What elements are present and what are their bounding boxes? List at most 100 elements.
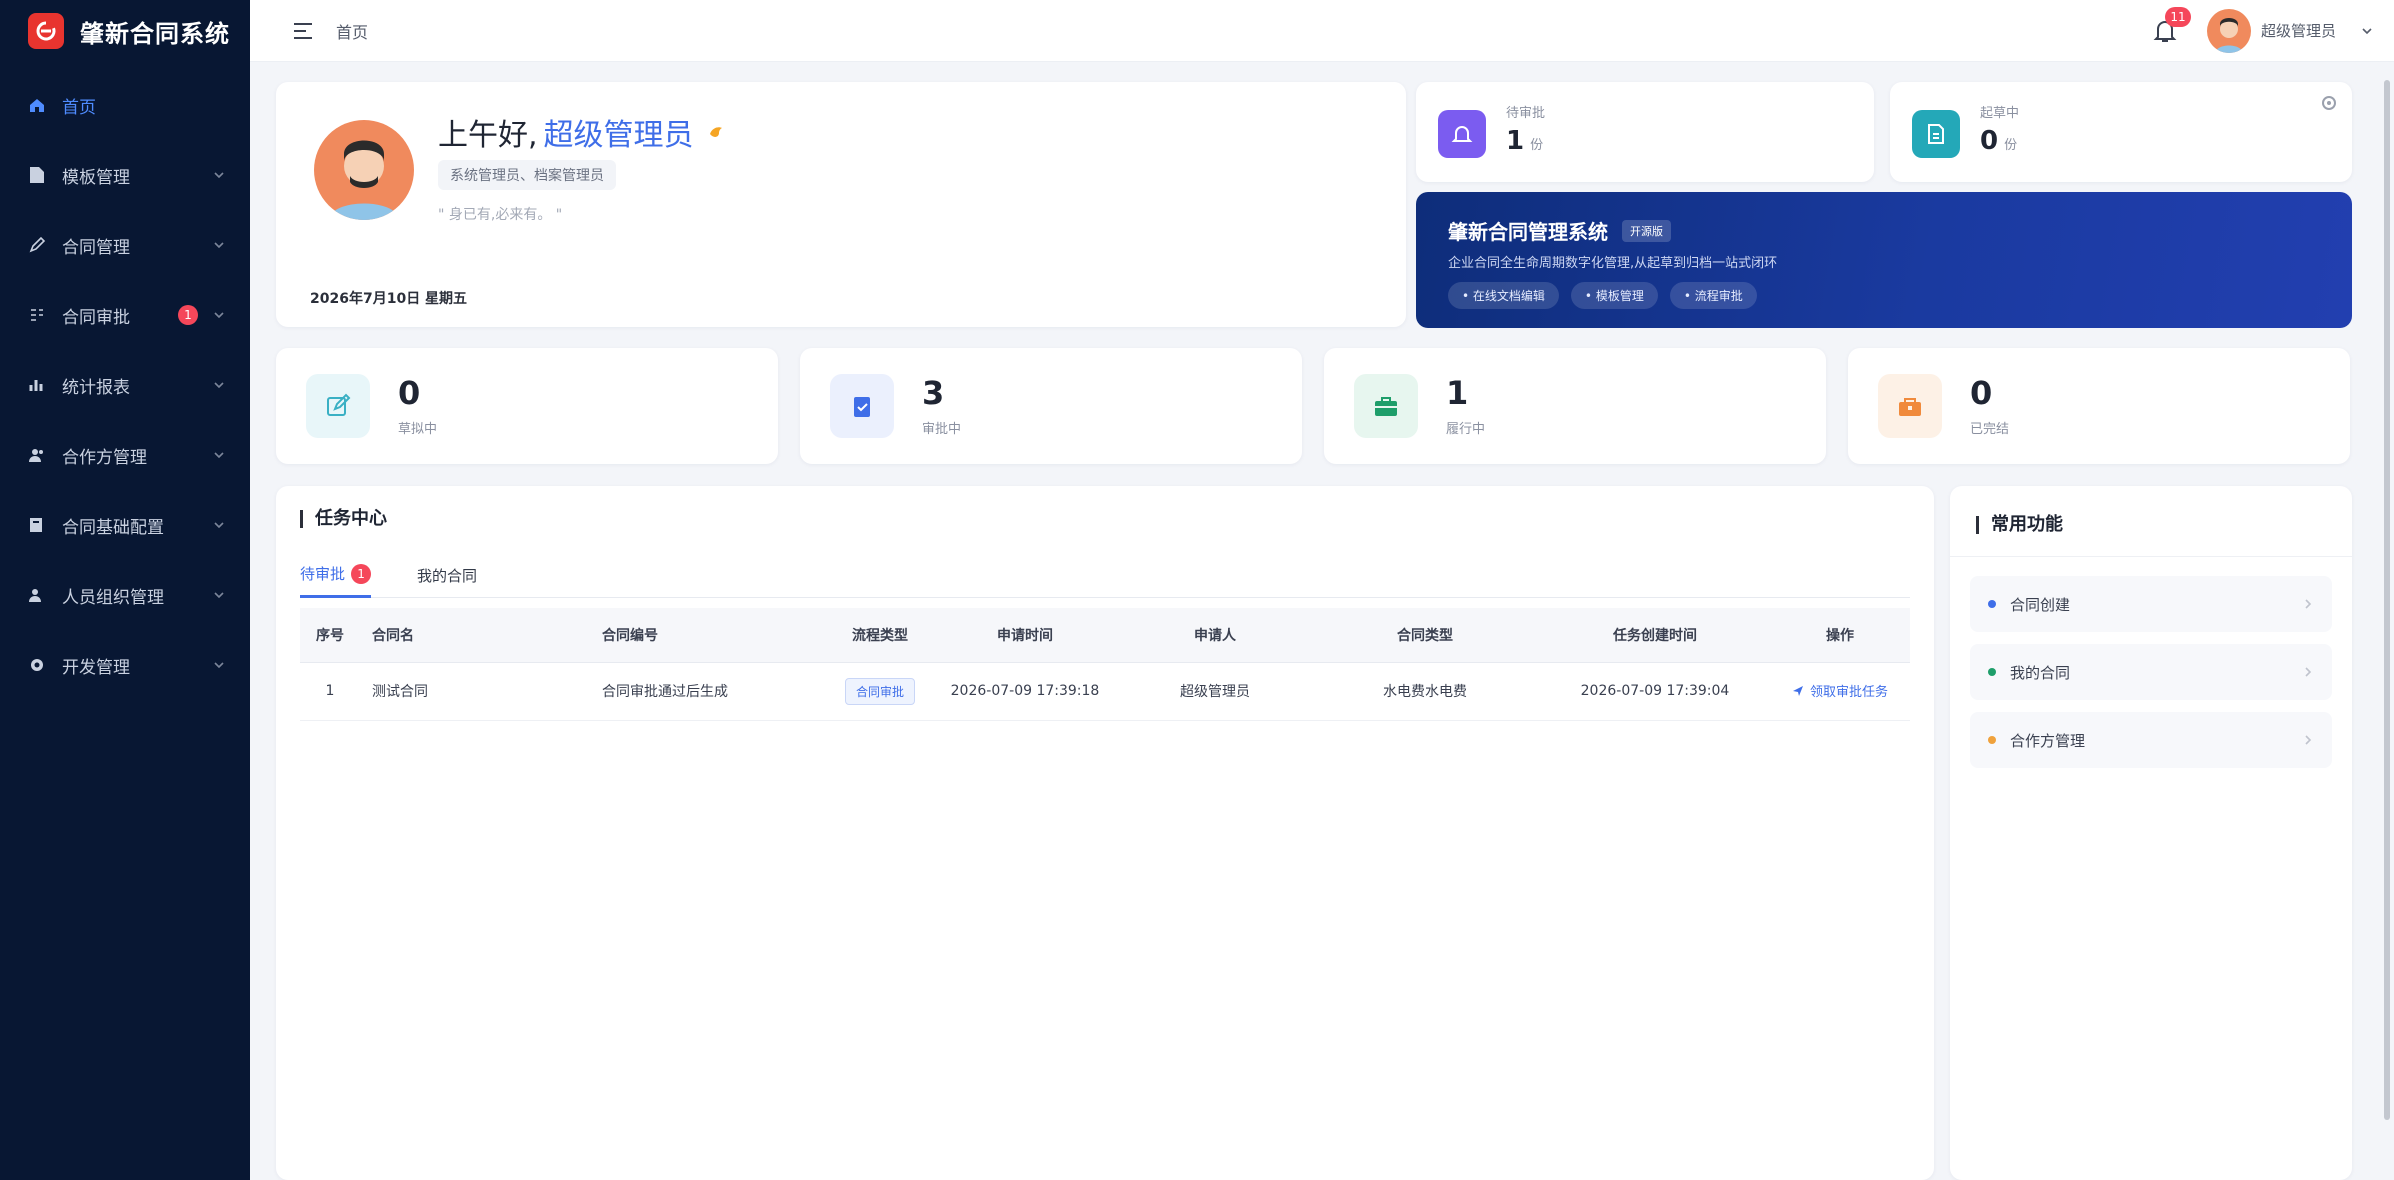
gear-icon (26, 654, 48, 676)
tab-pending-approval[interactable]: 待审批 1 (300, 552, 372, 598)
document-icon (1912, 110, 1960, 158)
notification-badge: 11 (2164, 6, 2191, 27)
shortcut-create-contract[interactable]: 合同创建 (1970, 576, 2332, 632)
claim-task-link[interactable]: 领取审批任务 (1792, 681, 1888, 700)
task-center: 任务中心 待审批 1 我的合同 序号 合同名 合同编号 流程类型 申请时间 申请… (276, 486, 1934, 1180)
column-header: 流程类型 (830, 608, 930, 663)
send-icon (1792, 685, 1803, 696)
sidebar-item-label: 统计报表 (62, 377, 130, 398)
approval-badge: 1 (178, 305, 198, 325)
sidebar-item-label: 合同审批 (62, 307, 130, 328)
column-header: 操作 (1770, 608, 1910, 663)
sidebar-item-label: 合同基础配置 (62, 517, 164, 538)
stat-label: 履行中 (1446, 422, 1486, 437)
stat-card-performing[interactable]: 1 履行中 (1324, 348, 1826, 464)
stat-value: 0 (398, 374, 421, 412)
sidebar: 肇新合同系统 首页 模板管理 合同管理 合同审批 1 统计报表 合作方管理 合同… (0, 0, 250, 1180)
table-row[interactable]: 1 测试合同 合同审批通过后生成 合同审批 2026-07-09 17:39:1… (300, 662, 1910, 721)
task-table: 序号 合同名 合同编号 流程类型 申请时间 申请人 合同类型 任务创建时间 操作… (300, 608, 1910, 721)
file-icon (26, 164, 48, 186)
menu-toggle-icon[interactable] (292, 20, 314, 42)
approval-icon (26, 304, 48, 326)
tab-my-contracts[interactable]: 我的合同 (417, 552, 477, 598)
mini-stat-label: 起草中 (1980, 106, 2020, 121)
cell-index: 1 (300, 662, 360, 721)
stat-card-completed[interactable]: 0 已完结 (1848, 348, 2350, 464)
stat-label: 已完结 (1970, 422, 2010, 437)
user-menu[interactable]: 超级管理员 (2206, 8, 2374, 53)
archive-icon (1878, 374, 1942, 438)
column-header: 序号 (300, 608, 360, 663)
sidebar-item-approval[interactable]: 合同审批 1 (0, 280, 250, 350)
breadcrumb[interactable]: 首页 (336, 19, 2151, 43)
welcome-card: 上午好, 超级管理员 系统管理员、档案管理员 " 身已有,必来有。 " 2026… (276, 82, 1406, 327)
settings-icon[interactable] (2320, 94, 2338, 112)
role-tags: 系统管理员、档案管理员 (438, 160, 616, 190)
banner-chip: • 在线文档编辑 (1448, 282, 1559, 309)
common-functions: 常用功能 合同创建 我的合同 合作方管理 (1950, 486, 2352, 1180)
dot-icon (1988, 600, 1996, 608)
sidebar-item-partners[interactable]: 合作方管理 (0, 420, 250, 490)
edit-icon (306, 374, 370, 438)
chevron-down-icon (214, 452, 224, 459)
greeting: 上午好, 超级管理员 (438, 110, 726, 154)
column-header: 申请人 (1120, 608, 1310, 663)
stat-value: 0 (1970, 374, 1993, 412)
task-center-title: 任务中心 (300, 510, 387, 528)
chevron-down-icon (214, 522, 224, 529)
stat-card-drafting[interactable]: 0 草拟中 (276, 348, 778, 464)
home-icon (26, 94, 48, 116)
shortcut-partners[interactable]: 合作方管理 (1970, 712, 2332, 768)
flow-type-tag: 合同审批 (844, 677, 915, 705)
sidebar-item-label: 人员组织管理 (62, 587, 164, 608)
mini-stat-value: 0份 (1980, 126, 2018, 156)
shortcut-label: 合同创建 (2010, 595, 2071, 614)
people-icon (26, 584, 48, 606)
sidebar-item-label: 首页 (62, 97, 96, 118)
sidebar-nav: 首页 模板管理 合同管理 合同审批 1 统计报表 合作方管理 合同基础配置 人员… (0, 70, 250, 700)
banner-chip: • 模板管理 (1570, 282, 1658, 309)
banner-chip: • 流程审批 (1669, 282, 1757, 309)
chevron-down-icon (214, 592, 224, 599)
clipboard-check-icon (830, 374, 894, 438)
banner-description: 企业合同全生命周期数字化管理,从起草到归档一站式闭环 (1448, 256, 1778, 271)
brand[interactable]: 肇新合同系统 (0, 0, 250, 62)
pen-icon (26, 234, 48, 256)
sidebar-item-people[interactable]: 人员组织管理 (0, 560, 250, 630)
pending-approval-card[interactable]: 待审批 1份 (1416, 82, 1874, 182)
mini-stat-label: 待审批 (1506, 106, 1546, 121)
sidebar-item-home[interactable]: 首页 (0, 70, 250, 140)
cell-task-created-at: 2026-07-09 17:39:04 (1540, 662, 1770, 721)
banner-tag: 开源版 (1622, 219, 1671, 242)
sidebar-item-config[interactable]: 合同基础配置 (0, 490, 250, 560)
cell-contract-type: 水电费水电费 (1310, 662, 1540, 721)
sidebar-item-dev[interactable]: 开发管理 (0, 630, 250, 700)
chevron-down-icon (214, 172, 224, 179)
current-date: 2026年7月10日 星期五 (310, 291, 468, 307)
column-header: 合同类型 (1310, 608, 1540, 663)
shortcut-label: 我的合同 (2010, 663, 2071, 682)
sidebar-item-reports[interactable]: 统计报表 (0, 350, 250, 420)
wave-icon (706, 122, 726, 142)
chart-icon (26, 374, 48, 396)
scrollbar[interactable] (2382, 62, 2392, 1180)
top-header: 首页 11 超级管理员 (250, 0, 2394, 62)
sidebar-item-label: 模板管理 (62, 167, 130, 188)
column-header: 合同名 (360, 608, 590, 663)
column-header: 任务创建时间 (1540, 608, 1770, 663)
column-header: 合同编号 (590, 608, 830, 663)
stat-card-approving[interactable]: 3 审批中 (800, 348, 1302, 464)
chevron-right-icon (2305, 735, 2312, 745)
scrollbar-thumb[interactable] (2384, 80, 2390, 1120)
sidebar-item-contracts[interactable]: 合同管理 (0, 210, 250, 280)
shortcut-my-contracts[interactable]: 我的合同 (1970, 644, 2332, 700)
notification-button[interactable]: 11 (2151, 6, 2191, 45)
banner-title: 肇新合同管理系统 开源版 (1448, 216, 1671, 245)
partner-icon (26, 444, 48, 466)
sidebar-item-templates[interactable]: 模板管理 (0, 140, 250, 210)
stat-value: 1 (1446, 374, 1469, 412)
cell-contract-name: 测试合同 (360, 662, 590, 721)
drafting-card[interactable]: 起草中 0份 (1890, 82, 2352, 182)
dot-icon (1988, 668, 1996, 676)
common-functions-title: 常用功能 (1976, 516, 2063, 534)
